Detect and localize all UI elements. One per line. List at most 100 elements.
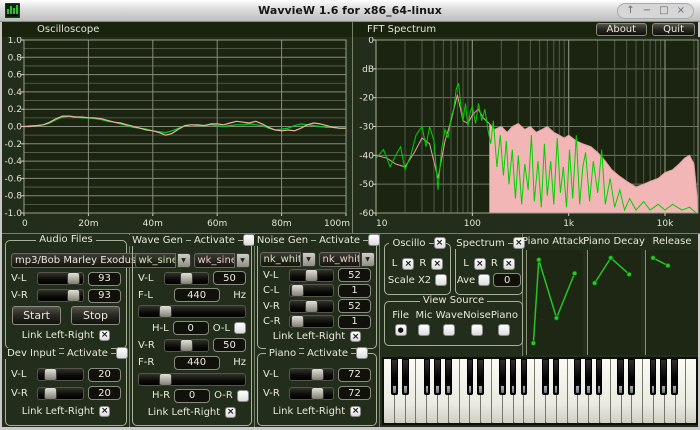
oscillo-scale-checkbox[interactable] [435, 274, 447, 286]
about-button[interactable]: About [596, 23, 648, 36]
wave-h-r-value[interactable]: 0 [174, 389, 210, 403]
audio-v-r-value[interactable]: 93 [88, 289, 121, 303]
dev-v-r-slider[interactable] [37, 387, 84, 400]
view-source-radio-noise[interactable] [471, 324, 483, 336]
black-key[interactable] [596, 359, 603, 395]
oscillo-r-checkbox[interactable]: × [431, 258, 443, 270]
black-key[interactable] [574, 359, 581, 395]
black-key[interactable] [553, 359, 560, 395]
black-key[interactable] [617, 359, 624, 395]
start-button[interactable]: Start [12, 306, 61, 325]
black-key[interactable] [585, 359, 592, 395]
noise-type-left-dropdown[interactable]: nk_white▼ [260, 252, 316, 267]
black-key[interactable] [542, 359, 549, 395]
column-divider-2[interactable] [254, 234, 255, 427]
noise-v-r-value[interactable]: 52 [338, 299, 371, 313]
slider-handle[interactable] [67, 289, 80, 302]
slider-handle[interactable] [311, 368, 324, 381]
wave-f-l-value[interactable]: 440 [174, 288, 220, 302]
wave-v-l-slider[interactable] [164, 272, 209, 285]
wave-f-r-value[interactable]: 440 [174, 356, 220, 370]
stop-button[interactable]: Stop [71, 306, 120, 325]
wave-freq-slider[interactable] [138, 373, 246, 386]
slider-handle[interactable] [159, 305, 172, 318]
black-key[interactable] [499, 359, 506, 395]
audio-v-r-slider[interactable] [37, 289, 84, 302]
column-divider-3[interactable] [379, 234, 380, 427]
noise-link-checkbox[interactable]: × [350, 331, 361, 342]
pianovol-v-r-slider[interactable] [289, 387, 334, 400]
view-source-radio-wave[interactable] [443, 324, 455, 336]
view-source-radio-piano[interactable] [498, 324, 510, 336]
section-divider[interactable] [2, 233, 700, 234]
dev-v-l-value[interactable]: 20 [88, 368, 121, 382]
wave-v-l-value[interactable]: 50 [213, 271, 246, 285]
view-source-radio-file[interactable]: ● [395, 324, 407, 336]
black-key[interactable] [445, 359, 452, 395]
maximize-icon[interactable]: □ [659, 4, 668, 18]
chevron-down-icon[interactable]: ▼ [361, 252, 375, 267]
piano-keyboard[interactable] [382, 357, 698, 425]
black-key[interactable] [521, 359, 528, 395]
wave-link-checkbox[interactable]: × [225, 407, 236, 418]
chevron-down-icon[interactable]: ▼ [236, 253, 250, 268]
noise-c-l-value[interactable]: 1 [338, 284, 371, 298]
dev-v-l-slider[interactable] [37, 368, 84, 381]
audio-v-l-slider[interactable] [37, 272, 84, 285]
wave-o-l-checkbox[interactable] [234, 322, 246, 334]
pianovol-v-l-value[interactable]: 72 [338, 368, 371, 382]
oscillo-l-checkbox[interactable]: × [402, 258, 414, 270]
black-key[interactable] [477, 359, 484, 395]
black-key[interactable] [650, 359, 657, 395]
spectrum-ave-checkbox[interactable] [478, 274, 490, 286]
noise-v-l-slider[interactable] [289, 269, 334, 282]
noise-v-l-value[interactable]: 52 [338, 268, 371, 282]
wave-freq-slider[interactable] [138, 305, 246, 318]
slider-handle[interactable] [180, 339, 193, 352]
black-key[interactable] [434, 359, 441, 395]
wave-type-right-dropdown[interactable]: wk_sine▼ [194, 253, 250, 268]
noise-c-l-slider[interactable] [289, 284, 334, 297]
slider-handle[interactable] [291, 315, 304, 328]
black-key[interactable] [391, 359, 398, 395]
audio-file-combo[interactable]: mp3/Bob Marley Exodus/ [11, 253, 144, 268]
slider-handle[interactable] [180, 272, 193, 285]
chevron-down-icon[interactable]: ▼ [302, 252, 316, 267]
slider-handle[interactable] [44, 368, 57, 381]
shade-icon[interactable]: ↑ [626, 4, 634, 18]
slider-handle[interactable] [44, 387, 57, 400]
wave-o-r-checkbox[interactable] [237, 390, 249, 402]
slider-handle[interactable] [67, 272, 80, 285]
slider-handle[interactable] [159, 373, 172, 386]
quit-button[interactable]: Quit [652, 23, 695, 36]
piano-attack-envelope[interactable] [526, 250, 583, 355]
black-key[interactable] [628, 359, 635, 395]
noise-v-r-slider[interactable] [289, 300, 334, 313]
slider-handle[interactable] [305, 269, 318, 282]
pane-divider[interactable] [352, 22, 353, 233]
titlebar[interactable]: WavvieW 1.6 for x86_64-linux ↑ − □ × [0, 0, 700, 22]
slider-handle[interactable] [305, 300, 318, 313]
spectrum-ave-value[interactable]: 0 [493, 273, 521, 287]
black-key[interactable] [402, 359, 409, 395]
noise-c-r-slider[interactable] [289, 315, 334, 328]
slider-handle[interactable] [311, 387, 324, 400]
spectrum-l-checkbox[interactable]: × [474, 258, 486, 270]
spectrum-r-checkbox[interactable]: × [503, 258, 515, 270]
black-key[interactable] [660, 359, 667, 395]
black-key[interactable] [510, 359, 517, 395]
minimize-icon[interactable]: − [643, 4, 651, 18]
pianovol-link-checkbox[interactable]: × [350, 406, 361, 417]
pianovol-v-l-slider[interactable] [289, 368, 334, 381]
slider-handle[interactable] [291, 284, 304, 297]
audio-v-l-value[interactable]: 93 [88, 272, 121, 286]
wave-type-left-dropdown[interactable]: wk_sine▼ [135, 253, 191, 268]
close-icon[interactable]: × [677, 4, 685, 18]
wave-v-r-slider[interactable] [164, 339, 209, 352]
piano-decay-envelope[interactable] [587, 250, 641, 355]
view-source-radio-mic[interactable] [418, 324, 430, 336]
chevron-down-icon[interactable]: ▼ [177, 253, 191, 268]
black-key[interactable] [671, 359, 678, 395]
dev-link-checkbox[interactable]: × [99, 406, 110, 417]
wave-v-r-value[interactable]: 50 [213, 338, 246, 352]
